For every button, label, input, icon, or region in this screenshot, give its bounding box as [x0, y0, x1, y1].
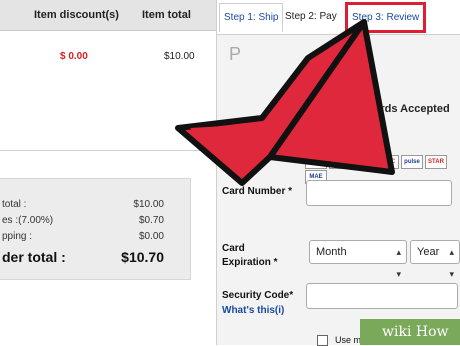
discover-logo-icon: DISC — [377, 155, 399, 169]
shipping-value: $0.00 — [138, 231, 164, 242]
section-heading: P — [229, 44, 242, 64]
watermark-text: wiki How — [382, 324, 449, 340]
select-arrows-icon: ▴ ▾ — [396, 247, 401, 279]
use-shipping-address-checkbox[interactable] — [317, 335, 328, 346]
security-code-label: Security Code* — [222, 290, 294, 301]
cards-accepted-label: ment Cards Accepted — [337, 103, 450, 115]
checkout-steps: Step 1: Ship Step 2: Pay Step 3: Review — [217, 0, 460, 35]
star-logo-icon: STAR — [425, 155, 447, 169]
tab-step-pay[interactable]: Step 2: Pay — [281, 3, 341, 31]
year-select-value: Year — [417, 246, 440, 258]
month-select-value: Month — [316, 246, 347, 258]
mastercard-logo-icon: MC — [329, 155, 351, 169]
tab-step-ship[interactable]: Step 1: Ship — [219, 3, 284, 32]
row-discount-value: $ 0.00 — [60, 51, 88, 62]
shipping-label: pping : — [2, 231, 33, 242]
payment-options-label: ptions — [223, 140, 253, 151]
year-select[interactable]: Year ▴ ▾ — [410, 240, 460, 279]
card-number-label: Card Number * — [222, 186, 293, 197]
header-item-discount: Item discount(s) — [34, 9, 119, 21]
divider — [0, 150, 216, 151]
subtotal-value: $10.00 — [133, 199, 164, 210]
card-number-input[interactable] — [306, 180, 452, 206]
order-total-value: $10.70 — [121, 249, 164, 265]
tax-label: es :(7.00%) — [2, 215, 54, 226]
month-select[interactable]: Month ▴ ▾ — [309, 240, 407, 279]
whats-this-link[interactable]: What's this(i) — [222, 305, 284, 316]
tax-value: $0.70 — [138, 215, 164, 226]
tab-step-review[interactable]: Step 3: Review — [345, 2, 427, 33]
order-summary: total : $10.00 es :(7.00%) $0.70 pping :… — [0, 178, 191, 280]
amex-logo-icon: AMEX — [353, 155, 375, 169]
row-total-value: $10.00 — [164, 51, 195, 62]
checkout-panel: Step 1: Ship Step 2: Pay Step 3: Review … — [216, 0, 460, 346]
order-total-label: der total : — [2, 249, 66, 265]
wikihow-watermark: wiki How — [360, 319, 460, 345]
security-code-input[interactable] — [306, 283, 458, 309]
select-arrows-icon: ▴ ▾ — [449, 247, 454, 279]
subtotal-label: total : — [2, 199, 27, 210]
card-expiration-label: Card Expiration * — [222, 243, 278, 268]
cart-panel: Item discount(s) Item total $ 0.00 $10.0… — [0, 0, 216, 345]
header-item-total: Item total — [142, 9, 191, 21]
pulse-logo-icon: pulse — [401, 155, 423, 169]
cart-table-header: Item discount(s) Item total — [0, 0, 216, 31]
visa-logo-icon: VISA — [305, 155, 327, 169]
